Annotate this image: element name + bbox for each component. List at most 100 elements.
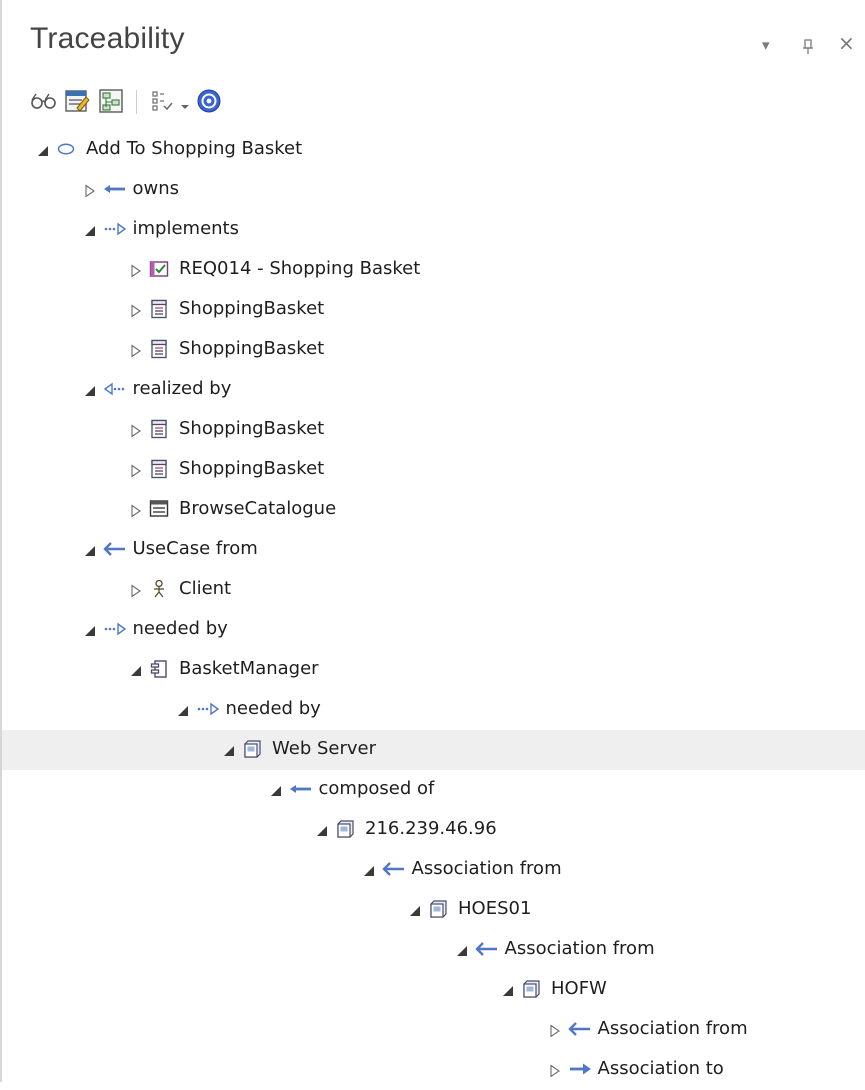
tree-row[interactable]: realized by: [2, 370, 865, 410]
expand-arrow-icon[interactable]: [548, 1023, 562, 1038]
tree-item-label: 216.239.46.96: [365, 818, 497, 839]
collapse-arrow-icon[interactable]: [455, 943, 469, 957]
tree-row[interactable]: HOFW: [2, 970, 865, 1010]
expand-arrow-icon[interactable]: [548, 1063, 562, 1078]
tree-row[interactable]: UseCase from: [2, 530, 865, 570]
tree-item-label: composed of: [318, 778, 435, 799]
class-icon: [149, 339, 169, 359]
tree-row[interactable]: needed by: [2, 690, 865, 730]
tree-row[interactable]: BasketManager: [2, 650, 865, 690]
tree-item-label: needed by: [132, 618, 228, 639]
collapse-arrow-icon[interactable]: [83, 543, 97, 557]
tree-item-label: HOES01: [458, 898, 532, 919]
tree-row[interactable]: implements: [2, 210, 865, 250]
tree-row[interactable]: ShoppingBasket: [2, 450, 865, 490]
panel-menu-icon[interactable]: ▾: [762, 38, 770, 53]
use-case-icon: [56, 139, 76, 159]
collapse-arrow-icon[interactable]: [83, 223, 97, 237]
tree-row[interactable]: BrowseCatalogue: [2, 490, 865, 530]
expand-arrow-icon[interactable]: [129, 343, 143, 358]
collapse-arrow-icon[interactable]: [83, 623, 97, 637]
tree-item-label: HOFW: [551, 978, 607, 999]
tree-row[interactable]: REQ014 - Shopping Basket: [2, 250, 865, 290]
tree-row[interactable]: ShoppingBasket: [2, 290, 865, 330]
traceability-panel: Traceability ▾ × Add To Shopping Basket …: [0, 0, 865, 1082]
tree-row[interactable]: owns: [2, 170, 865, 210]
tree-item-label: ShoppingBasket: [179, 298, 325, 319]
collapse-arrow-icon[interactable]: [408, 903, 422, 917]
expand-arrow-icon[interactable]: [129, 423, 143, 438]
node-icon: [242, 739, 262, 759]
thin-arrow-left-icon: [567, 1019, 590, 1039]
expand-arrow-icon[interactable]: [129, 303, 143, 318]
help-icon[interactable]: [196, 88, 222, 114]
expand-arrow-icon[interactable]: [129, 503, 143, 518]
dotted-arrow-right-icon: [103, 219, 126, 239]
toolbar: [26, 86, 426, 120]
collapse-arrow-icon[interactable]: [362, 863, 376, 877]
expand-arrow-icon[interactable]: [83, 183, 97, 198]
collapse-arrow-icon[interactable]: [269, 783, 283, 797]
dotted-arrow-left-icon: [103, 379, 124, 399]
thin-arrow-left-icon: [381, 859, 404, 879]
class-icon: [149, 419, 169, 439]
tree-row[interactable]: Association from: [2, 930, 865, 970]
dotted-arrow-right-icon: [196, 699, 219, 719]
actor-icon: [149, 579, 169, 599]
arrow-right-icon: [568, 1059, 591, 1079]
node-icon: [521, 979, 541, 999]
pin-icon[interactable]: [802, 39, 814, 58]
node-icon: [335, 819, 355, 839]
tree-row[interactable]: 216.239.46.96: [2, 810, 865, 850]
filter-checklist-icon[interactable]: [150, 88, 176, 114]
class-icon: [149, 299, 169, 319]
tree-row[interactable]: composed of: [2, 770, 865, 810]
panel-title: Traceability: [30, 22, 185, 55]
tree-row[interactable]: HOES01: [2, 890, 865, 930]
expand-arrow-icon[interactable]: [129, 583, 143, 598]
collapse-arrow-icon[interactable]: [501, 983, 515, 997]
collapse-arrow-icon[interactable]: [176, 703, 190, 717]
expand-arrow-icon[interactable]: [129, 463, 143, 478]
arrow-left-icon: [289, 779, 311, 799]
node-icon: [428, 899, 448, 919]
component-icon: [149, 659, 169, 679]
collapse-arrow-icon[interactable]: [83, 383, 97, 397]
tree-item-label: Association from: [504, 938, 655, 959]
close-icon[interactable]: ×: [838, 33, 855, 53]
arrow-left-icon: [103, 179, 125, 199]
tree-item-label: REQ014 - Shopping Basket: [179, 258, 421, 279]
dotted-arrow-right-icon: [103, 619, 126, 639]
tree-item-label: Association to: [597, 1058, 724, 1079]
tree-row[interactable]: Association from: [2, 1010, 865, 1050]
collapse-arrow-icon[interactable]: [315, 823, 329, 837]
tree-row[interactable]: Add To Shopping Basket: [2, 130, 865, 170]
tree-item-label: BrowseCatalogue: [179, 498, 337, 519]
glasses-icon[interactable]: [30, 88, 56, 114]
hierarchy-icon[interactable]: [98, 88, 124, 114]
collapse-arrow-icon[interactable]: [129, 663, 143, 677]
tree-item-label: UseCase from: [132, 538, 258, 559]
tree-row[interactable]: ShoppingBasket: [2, 330, 865, 370]
requirement-icon: [149, 259, 169, 279]
tree-row[interactable]: Web Server: [2, 730, 865, 770]
tree-item-label: owns: [132, 178, 180, 199]
tree-row[interactable]: Client: [2, 570, 865, 610]
dropdown-arrow-icon[interactable]: [180, 96, 192, 109]
expand-arrow-icon[interactable]: [129, 263, 143, 278]
tree-item-label: Association from: [597, 1018, 748, 1039]
tree-row[interactable]: Association to: [2, 1050, 865, 1090]
tree-item-label: ShoppingBasket: [179, 338, 325, 359]
tree-item-label: implements: [132, 218, 240, 239]
tree-row[interactable]: needed by: [2, 610, 865, 650]
tree-item-label: Client: [179, 578, 232, 599]
collapse-arrow-icon[interactable]: [222, 743, 236, 757]
screen-icon: [149, 499, 169, 519]
tree-row[interactable]: ShoppingBasket: [2, 410, 865, 450]
properties-icon[interactable]: [64, 88, 90, 114]
thin-arrow-left-icon: [474, 939, 497, 959]
tree-item-label: Add To Shopping Basket: [86, 138, 303, 159]
class-icon: [149, 459, 169, 479]
tree-row[interactable]: Association from: [2, 850, 865, 890]
collapse-arrow-icon[interactable]: [36, 143, 50, 157]
